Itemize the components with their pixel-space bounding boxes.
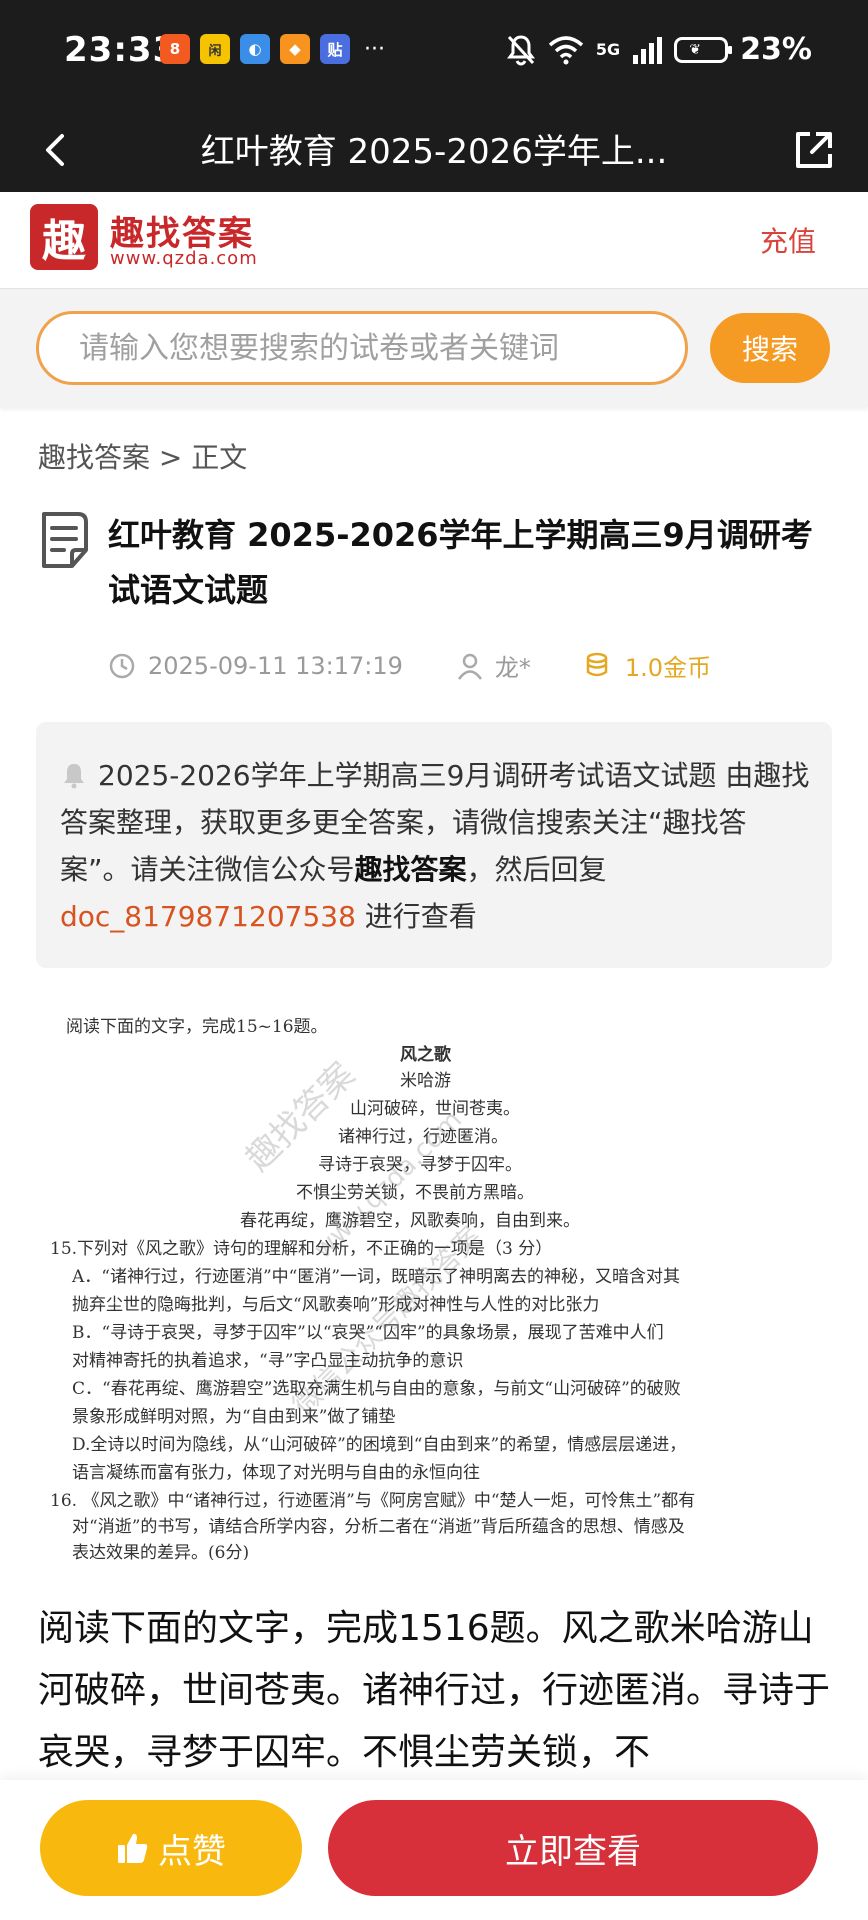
breadcrumb[interactable]: 趣找答案 > 正文: [38, 436, 247, 476]
page-title: 红叶教育 2025-2026学年上...: [200, 132, 668, 172]
document-icon: [42, 512, 88, 568]
status-right: 5G ❦ 23%: [506, 32, 812, 67]
notice-text-2: ，然后回复: [466, 853, 607, 886]
author-name: 龙*: [494, 654, 531, 682]
clock-icon: [109, 653, 135, 678]
recharge-link[interactable]: 充值: [760, 220, 816, 260]
notice-text-3: 进行查看: [355, 900, 477, 933]
article-title: 红叶教育 2025-2026学年上学期高三9月调研考试语文试题: [108, 516, 813, 609]
search-bar: 搜索: [0, 288, 868, 407]
option-c-1: C．“春花再绽、鹰游碧空”选取充满生机与自由的意象，与前文“山河破碎”的破败: [72, 1379, 681, 1399]
option-d-2: 语言凝练而富有张力，体现了对光明与自由的永恒向往: [72, 1463, 480, 1483]
notice-text: 2025-2026学年上学期高三9月调研考试语文试题 由趣找答案整理，获取更多更…: [60, 752, 812, 940]
poem-line-5: 春花再绽，鹰游碧空，风歌奏响，自由到来。: [240, 1211, 580, 1231]
publish-date: 2025-09-11 13:17:19: [148, 651, 403, 680]
user-icon: [457, 653, 482, 680]
thumbs-up-icon: [118, 1833, 148, 1863]
article-body: 阅读下面的文字，完成1516题。风之歌米哈游山河破碎，世间苍夷。诸神行过，行迹匿…: [38, 1608, 831, 1773]
mute-icon: [506, 34, 535, 66]
site-bar: 趣 趣找答案 www.qzda.com 充值: [0, 192, 868, 288]
bell-icon: [64, 764, 84, 789]
network-type: 5G: [595, 40, 621, 59]
app-icon-5: 贴: [320, 34, 350, 64]
battery-icon: ❦: [674, 36, 733, 63]
like-label: 点赞: [158, 1831, 226, 1872]
bottom-action-bar: 点赞 立即查看: [0, 1780, 868, 1920]
exam-image[interactable]: 阅读下面的文字，完成15~16题。 风之歌 米哈游 山河破碎，世间苍夷。 诸神行…: [50, 1000, 830, 1560]
option-a-1: A．“诸神行过，行迹匿消”中“匿消”一词，既暗示了神明离去的神秘，又暗含对其: [72, 1267, 681, 1287]
option-a-2: 抛弃尘世的隐晦批判，与后文“风歌奏响”形成对神性与人性的对比张力: [72, 1295, 600, 1315]
question-16-1: 16. 《风之歌》中“诸神行过，行迹匿消”与《阿房宫赋》中“楚人一炬，可怜焦土”…: [50, 1491, 696, 1511]
app-icon-4: ◆: [280, 34, 310, 64]
coin-icon: [586, 652, 608, 676]
poem-title: 风之歌: [400, 1045, 451, 1065]
poem-author: 米哈游: [400, 1071, 451, 1091]
option-b-2: 对精神寄托的执着追求，“寻”字凸显主动抗争的意识: [72, 1351, 464, 1371]
back-arrow-icon[interactable]: [28, 122, 84, 178]
site-logo[interactable]: 趣: [30, 204, 98, 270]
notification-icons: 8 闲 ◐ ◆ 贴 ···: [160, 34, 385, 64]
share-icon[interactable]: [786, 122, 842, 178]
app-icon-3: ◐: [240, 34, 270, 64]
price: 1.0金币: [624, 654, 712, 682]
app-header: 红叶教育 2025-2026学年上...: [0, 104, 868, 192]
app-icon-2: 闲: [200, 34, 230, 64]
doc-code[interactable]: doc_8179871207538: [60, 900, 356, 933]
status-bar: 23:33 8 闲 ◐ ◆ 贴 ··· 5G ❦ 23%: [0, 0, 868, 104]
search-button[interactable]: 搜索: [710, 313, 830, 383]
like-button[interactable]: 点赞: [40, 1800, 302, 1896]
poem-line-4: 不惧尘劳关锁，不畏前方黑暗。: [296, 1183, 534, 1203]
app-icon-1: 8: [160, 34, 190, 64]
more-notifications-icon: ···: [364, 36, 385, 62]
site-url: www.qzda.com: [110, 248, 258, 269]
notice-box: 2025-2026学年上学期高三9月调研考试语文试题 由趣找答案整理，获取更多更…: [36, 722, 832, 968]
article-meta: 2025-09-11 13:17:19 龙* 1.0金币: [108, 648, 711, 683]
option-c-2: 景象形成鲜明对照，为“自由到来”做了铺垫: [72, 1407, 396, 1427]
option-d-1: D.全诗以时间为隐线，从“山河破碎”的困境到“自由到来”的希望，情感层层递进，: [72, 1435, 687, 1455]
signal-icon: [633, 36, 663, 64]
battery-level: 23%: [740, 32, 812, 67]
wifi-icon: [548, 35, 584, 64]
question-16-2: 对“消逝”的书写，请结合所学内容，分析二者在“消逝”背后所蕴含的思想、情感及: [72, 1517, 685, 1537]
question-16-3: 表达效果的差异。(6分): [72, 1543, 250, 1560]
wechat-account-name: 趣找答案: [354, 853, 467, 886]
exam-intro: 阅读下面的文字，完成15~16题。: [66, 1017, 328, 1037]
view-now-button[interactable]: 立即查看: [328, 1800, 818, 1896]
search-input[interactable]: [36, 311, 688, 385]
